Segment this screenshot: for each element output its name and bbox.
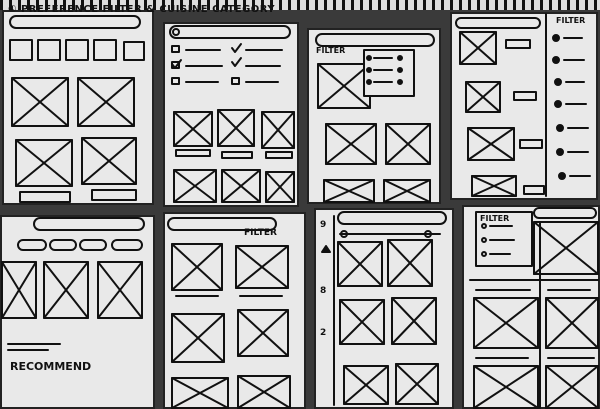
- image-placeholder: [235, 245, 289, 289]
- image-placeholder: [217, 109, 255, 147]
- filter-label: FILTER: [556, 16, 586, 25]
- image-placeholder: [387, 239, 433, 287]
- image-placeholder: [265, 171, 295, 203]
- margin-number: 9: [320, 220, 327, 230]
- search-bar: [455, 17, 541, 29]
- search-bar: [33, 217, 145, 231]
- image-placeholder: [81, 137, 137, 185]
- image-placeholder: [171, 377, 229, 409]
- category-chip: [93, 39, 117, 61]
- margin-number: 2: [320, 328, 327, 338]
- search-bar: [169, 25, 291, 39]
- image-placeholder: [383, 179, 431, 203]
- image-placeholder: [343, 365, 389, 405]
- category-chip: [123, 41, 145, 61]
- image-placeholder: [77, 77, 135, 127]
- image-placeholder: [11, 77, 69, 127]
- image-placeholder: [473, 365, 539, 409]
- image-placeholder: [473, 297, 539, 349]
- image-placeholder: [339, 299, 385, 345]
- image-placeholder: [325, 123, 377, 165]
- image-placeholder: [465, 81, 501, 113]
- recommend-label: RECOMMEND: [10, 360, 92, 373]
- image-placeholder: [545, 365, 599, 409]
- image-placeholder: [471, 175, 517, 197]
- image-placeholder: [1, 261, 37, 319]
- margin-number: 8: [320, 286, 327, 296]
- image-placeholder: [173, 111, 213, 147]
- image-placeholder: [171, 243, 223, 291]
- search-bar: [315, 33, 435, 47]
- image-placeholder: [237, 309, 289, 357]
- image-placeholder: [171, 313, 225, 363]
- image-placeholder: [545, 297, 599, 349]
- image-placeholder: [385, 123, 431, 165]
- image-placeholder: [323, 179, 375, 203]
- image-placeholder: [237, 375, 291, 409]
- image-placeholder: [467, 127, 515, 161]
- search-bar: [9, 15, 141, 29]
- image-placeholder: [317, 63, 371, 109]
- image-placeholder: [337, 241, 383, 287]
- filter-label: FILTER: [480, 214, 510, 223]
- search-bar: [533, 207, 597, 219]
- image-placeholder: [221, 169, 261, 203]
- image-placeholder: [459, 31, 497, 65]
- image-placeholder: [533, 221, 599, 275]
- search-bar: [337, 211, 447, 225]
- image-placeholder: [15, 139, 73, 187]
- category-chip: [9, 39, 33, 61]
- category-chip: [65, 39, 89, 61]
- image-placeholder: [261, 111, 295, 149]
- pen-strokes: [1, 13, 599, 409]
- image-placeholder: [391, 297, 437, 345]
- image-placeholder: [97, 261, 143, 319]
- category-chip: [37, 39, 61, 61]
- image-placeholder: [395, 363, 439, 405]
- image-placeholder: [173, 169, 217, 203]
- image-placeholder: [43, 261, 89, 319]
- filter-label: FILTER: [316, 46, 346, 55]
- wireframe-sketch-photo: ① PREFERENCE FILTER & CUISINE CATEGORY F…: [0, 0, 600, 409]
- filter-label: FILTER: [244, 228, 277, 238]
